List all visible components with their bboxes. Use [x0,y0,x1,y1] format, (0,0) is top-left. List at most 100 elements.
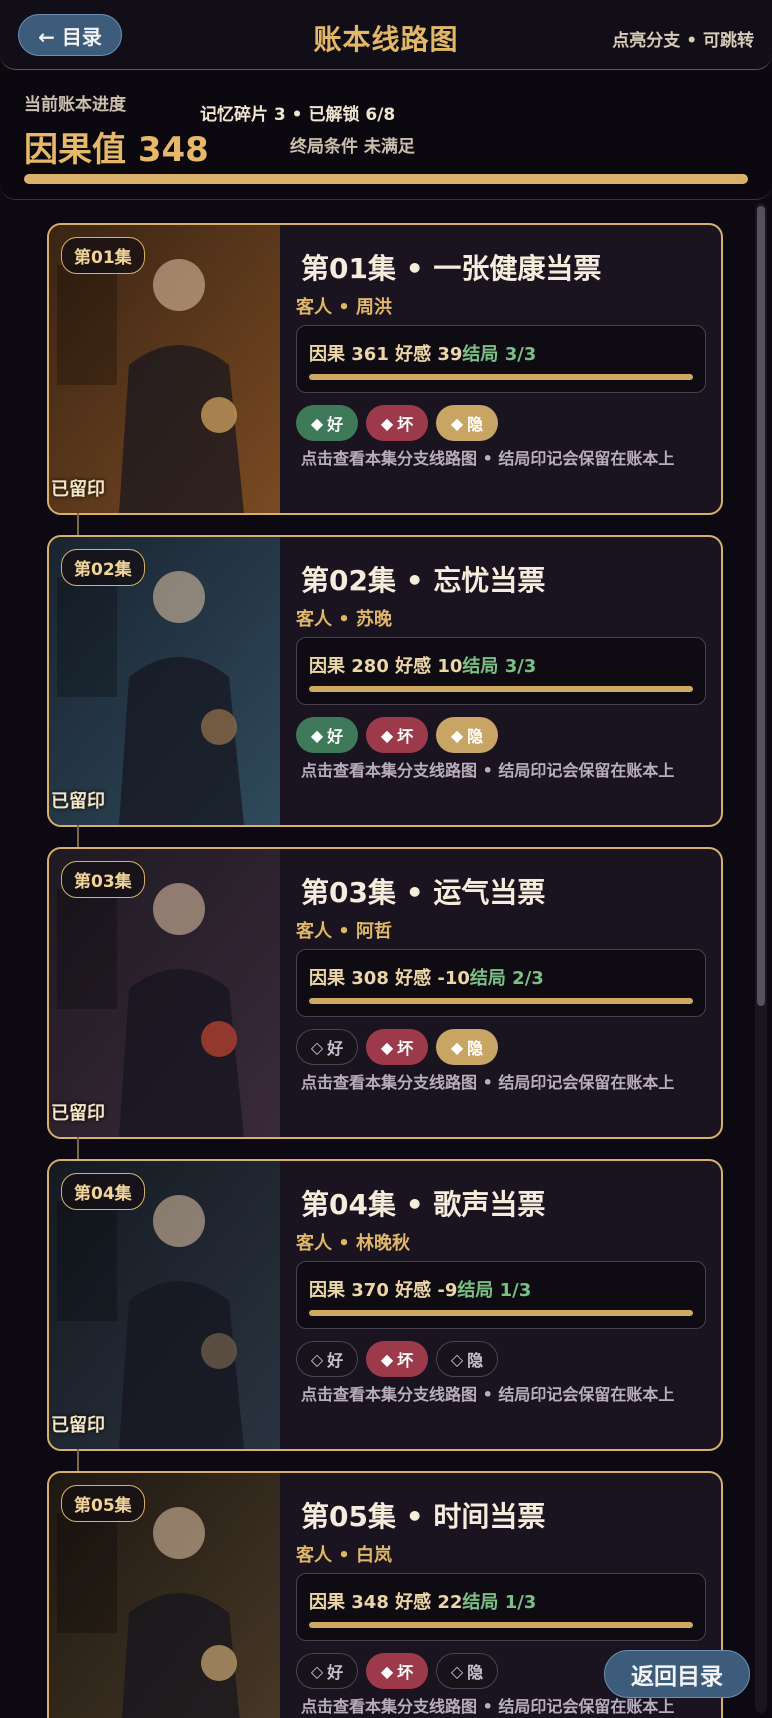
header-hint: 点亮分支 • 可跳转 [612,31,754,51]
episode-hint: 点击查看本集分支线路图 • 结局印记会保留在账本上 [301,1697,675,1716]
episode-badge: 第04集 [61,1173,145,1210]
stats-bar [309,1622,693,1628]
ending-tag-bad[interactable]: ◆ 坏 [366,717,428,753]
stamped-label: 已留印 [51,479,105,500]
ending-tag-label: 好 [327,415,344,434]
episode-badge: 第02集 [61,549,145,586]
ending-tag-hidden[interactable]: ◆ 隐 [436,1029,498,1065]
ending-tags: ◇ 好 ◆ 坏 ◇ 隐 [296,1653,498,1689]
episode-title: 第02集 • 忘忧当票 [301,564,546,597]
ending-tag-off[interactable]: ◇ 好 [296,1029,358,1065]
ending-tag-label: 好 [327,727,344,746]
episode-guest: 客人 • 阿哲 [296,921,393,942]
ending-tag-bad[interactable]: ◆ 坏 [366,1029,428,1065]
episode-title: 第05集 • 时间当票 [301,1500,546,1533]
episode-card[interactable]: 第01集 已留印 第01集 • 一张健康当票 客人 • 周洪 因果 361 好感… [47,223,723,515]
episode-thumbnail: 第02集 已留印 [49,537,280,825]
ending-tag-label: 隐 [467,415,484,434]
ending-tag-bad[interactable]: ◆ 坏 [366,1653,428,1689]
episode-stats: 因果 308 好感 -10结局 2/3 [296,949,706,1017]
stats-bar [309,998,693,1004]
diamond-icon: ◆ [450,413,464,433]
stats-text: 因果 348 好感 22结局 1/3 [309,1588,536,1614]
stats-values: 因果 361 好感 39 [309,344,463,365]
episode-badge: 第01集 [61,237,145,274]
episode-card[interactable]: 第04集 已留印 第04集 • 歌声当票 客人 • 林晚秋 因果 370 好感 … [47,1159,723,1451]
return-to-catalog-button[interactable]: 返回目录 [604,1650,750,1698]
stats-bar [309,686,693,692]
episode-list: 第01集 已留印 第01集 • 一张健康当票 客人 • 周洪 因果 361 好感… [0,200,772,1718]
ending-tag-off[interactable]: ◇ 隐 [436,1341,498,1377]
diamond-icon: ◆ [380,1661,394,1681]
progress-label: 当前账本进度 [24,95,126,115]
stats-text: 因果 370 好感 -9结局 1/3 [309,1276,531,1302]
episode-hint: 点击查看本集分支线路图 • 结局印记会保留在账本上 [301,449,675,468]
stats-values: 因果 308 好感 -10 [309,968,470,989]
ending-tag-label: 坏 [397,415,414,434]
ending-tag-label: 隐 [467,1351,484,1370]
episode-stats: 因果 361 好感 39结局 3/3 [296,325,706,393]
stats-text: 因果 308 好感 -10结局 2/3 [309,964,544,990]
ending-condition: 终局条件 未满足 [290,137,415,157]
episode-badge: 第05集 [61,1485,145,1522]
episode-title: 第01集 • 一张健康当票 [301,252,602,285]
diamond-icon: ◆ [310,413,324,433]
diamond-icon: ◆ [380,725,394,745]
stats-text: 因果 280 好感 10结局 3/3 [309,652,536,678]
ending-tag-label: 好 [327,1039,344,1058]
episode-guest: 客人 • 白岚 [296,1545,393,1566]
episode-badge: 第03集 [61,861,145,898]
ending-tags: ◆ 好 ◆ 坏 ◆ 隐 [296,405,498,441]
diamond-icon: ◆ [380,1349,394,1369]
karma-value: 因果值 348 [24,130,209,170]
ending-tag-label: 坏 [397,727,414,746]
episode-thumbnail: 第05集 [49,1473,280,1718]
route-connector [77,1137,79,1161]
ending-tag-label: 坏 [397,1039,414,1058]
ending-tag-bad[interactable]: ◆ 坏 [366,405,428,441]
ending-tag-off[interactable]: ◇ 隐 [436,1653,498,1689]
ending-tag-off[interactable]: ◇ 好 [296,1341,358,1377]
stamped-label: 已留印 [51,1415,105,1436]
episode-title: 第03集 • 运气当票 [301,876,546,909]
ending-tag-label: 隐 [467,1663,484,1682]
ending-tag-label: 坏 [397,1663,414,1682]
top-bar: ← 目录 账本线路图 点亮分支 • 可跳转 [0,0,772,70]
ending-count: 结局 1/3 [457,1280,532,1301]
ending-count: 结局 2/3 [469,968,544,989]
ending-tag-good[interactable]: ◆ 好 [296,717,358,753]
episode-thumbnail: 第03集 已留印 [49,849,280,1137]
route-connector [77,825,79,849]
route-connector [77,1449,79,1473]
episode-card[interactable]: 第03集 已留印 第03集 • 运气当票 客人 • 阿哲 因果 308 好感 -… [47,847,723,1139]
ending-tag-label: 坏 [397,1351,414,1370]
episode-guest: 客人 • 苏晚 [296,609,393,630]
stats-bar [309,1310,693,1316]
episode-guest: 客人 • 周洪 [296,297,393,318]
ending-tag-hidden[interactable]: ◆ 隐 [436,717,498,753]
diamond-icon: ◇ [450,1349,464,1369]
ending-count: 结局 1/3 [462,1592,537,1613]
diamond-icon: ◆ [380,413,394,433]
scrollbar-thumb[interactable] [757,206,765,1006]
ending-tags: ◇ 好 ◆ 坏 ◆ 隐 [296,1029,498,1065]
ending-tag-bad[interactable]: ◆ 坏 [366,1341,428,1377]
episode-thumbnail: 第04集 已留印 [49,1161,280,1449]
episode-hint: 点击查看本集分支线路图 • 结局印记会保留在账本上 [301,761,675,780]
ending-tag-good[interactable]: ◆ 好 [296,405,358,441]
stats-values: 因果 370 好感 -9 [309,1280,458,1301]
route-connector [77,513,79,537]
stats-bar [309,374,693,380]
episode-thumbnail: 第01集 已留印 [49,225,280,513]
stats-values: 因果 348 好感 22 [309,1592,463,1613]
episode-hint: 点击查看本集分支线路图 • 结局印记会保留在账本上 [301,1385,675,1404]
ending-tag-label: 好 [327,1663,344,1682]
ending-tag-label: 隐 [467,1039,484,1058]
ending-tag-hidden[interactable]: ◆ 隐 [436,405,498,441]
episode-stats: 因果 280 好感 10结局 3/3 [296,637,706,705]
diamond-icon: ◇ [450,1661,464,1681]
episode-card[interactable]: 第02集 已留印 第02集 • 忘忧当票 客人 • 苏晚 因果 280 好感 1… [47,535,723,827]
diamond-icon: ◆ [380,1037,394,1057]
episode-guest: 客人 • 林晚秋 [296,1233,411,1254]
ending-tag-off[interactable]: ◇ 好 [296,1653,358,1689]
